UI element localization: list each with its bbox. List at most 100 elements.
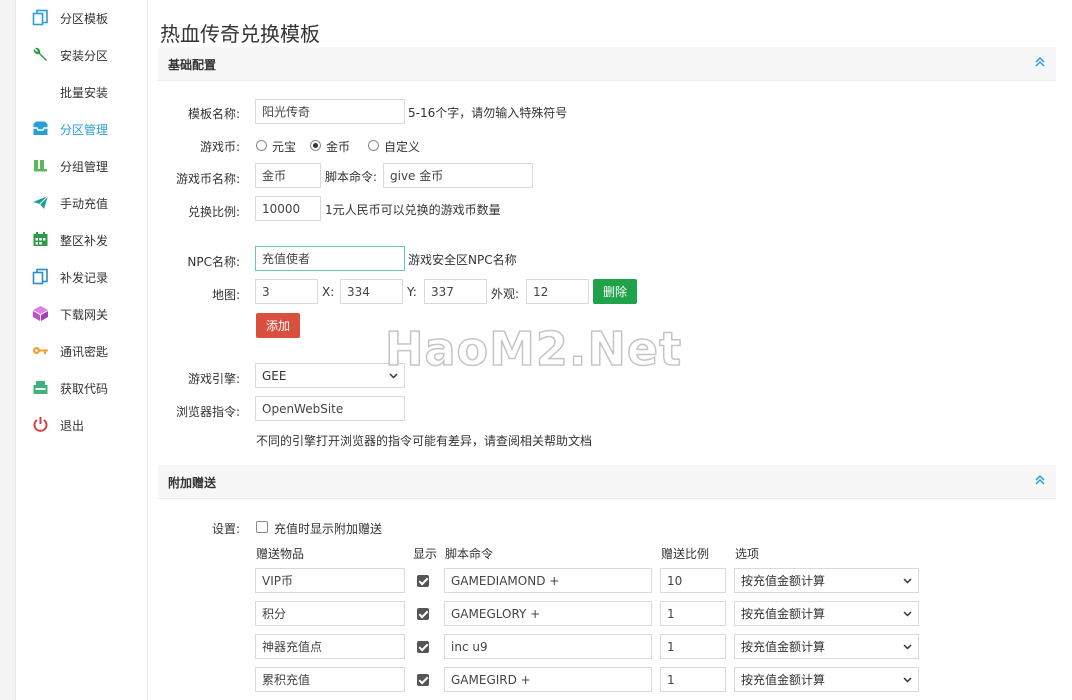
bonus-show-checkbox[interactable]: [417, 575, 429, 587]
sidebar-item-batch-install[interactable]: 批量安装: [16, 76, 148, 106]
bonus-item-input[interactable]: [255, 667, 405, 692]
bonus-show-checkbox[interactable]: [417, 641, 429, 653]
bonus-option-select[interactable]: 按充值金额计算: [734, 601, 919, 626]
column-header-cmd: 脚本命令: [445, 547, 494, 561]
bonus-option-value: 按充值金额计算: [741, 673, 826, 687]
currency-name-input[interactable]: [255, 163, 321, 188]
sidebar-item-label: 批量安装: [60, 86, 109, 100]
page-title: 热血传奇兑换模板: [160, 22, 320, 46]
sidebar-item-label: 分区管理: [60, 123, 109, 137]
sidebar-item-label: 退出: [60, 419, 85, 433]
chevron-down-icon: [903, 644, 912, 650]
sidebar-item-label: 获取代码: [60, 382, 109, 396]
bonus-option-value: 按充值金额计算: [741, 640, 826, 654]
bonus-show-checkbox[interactable]: [417, 674, 429, 686]
watermark: HaoM2.Net: [384, 321, 683, 377]
currency-name-label: 游戏币名称:: [175, 172, 240, 186]
look-input[interactable]: [526, 279, 589, 304]
look-label: 外观:: [491, 287, 520, 301]
template-name-input[interactable]: [255, 99, 405, 124]
sidebar-item-group-manage[interactable]: 分组管理: [16, 150, 148, 180]
column-header-item: 赠送物品: [256, 547, 305, 561]
column-header-ratio: 赠送比例: [661, 547, 710, 561]
bonus-cmd-input[interactable]: [444, 634, 652, 659]
power-icon: [33, 417, 48, 432]
bonus-cmd-input[interactable]: [444, 568, 652, 593]
bonus-item-input[interactable]: [255, 634, 405, 659]
currency-radio-custom[interactable]: [368, 140, 379, 151]
delete-npc-button[interactable]: 删除: [593, 279, 637, 304]
sidebar-item-label: 下载网关: [60, 308, 109, 322]
chevron-up-double-icon[interactable]: [1032, 472, 1048, 488]
currency-radio-gold[interactable]: [310, 140, 321, 151]
browser-cmd-label: 浏览器指令:: [175, 405, 240, 419]
sidebar-item-logout[interactable]: 退出: [16, 409, 148, 439]
bonus-ratio-input[interactable]: [660, 568, 726, 593]
bonus-option-value: 按充值金额计算: [741, 574, 826, 588]
x-input[interactable]: [340, 279, 403, 304]
currency-radio-yuanbao[interactable]: [256, 140, 267, 151]
map-input[interactable]: [255, 279, 318, 304]
chevron-down-icon: [903, 578, 912, 584]
y-input[interactable]: [424, 279, 487, 304]
column-header-show: 显示: [413, 547, 438, 561]
wrench-icon: [33, 47, 47, 61]
npc-name-input[interactable]: [255, 246, 405, 271]
show-bonus-checkbox[interactable]: [256, 521, 268, 533]
bonus-cmd-input[interactable]: [444, 667, 652, 692]
bonus-ratio-input[interactable]: [660, 634, 726, 659]
bonus-option-select[interactable]: 按充值金额计算: [734, 634, 919, 659]
chevron-down-icon: [903, 611, 912, 617]
sidebar-item-reissue-log[interactable]: 补发记录: [16, 261, 148, 291]
left-strip: [0, 0, 16, 700]
engine-select[interactable]: GEE: [255, 363, 405, 388]
bonus-ratio-input[interactable]: [660, 601, 726, 626]
section-basic-header: 基础配置: [158, 47, 1056, 81]
bonus-option-select[interactable]: 按充值金额计算: [734, 667, 919, 692]
bonus-ratio-input[interactable]: [660, 667, 726, 692]
currency-option-label: 自定义: [384, 140, 421, 154]
template-name-label: 模板名称:: [187, 107, 240, 121]
sidebar: 分区模板 安装分区 批量安装 分区管理 分组管理 手动充值 整区补发 补发记录 …: [16, 0, 148, 700]
sidebar-item-comm-key[interactable]: 通讯密匙: [16, 335, 148, 365]
sidebar-item-zone-manage[interactable]: 分区管理: [16, 113, 148, 143]
chevron-up-double-icon[interactable]: [1032, 54, 1048, 70]
x-label: X:: [322, 285, 335, 299]
ratio-hint: 1元人民币可以兑换的游戏币数量: [325, 203, 501, 217]
bonus-show-checkbox[interactable]: [417, 608, 429, 620]
ratio-input[interactable]: [255, 196, 321, 221]
browser-cmd-input[interactable]: [255, 396, 405, 421]
add-npc-button[interactable]: 添加: [256, 313, 300, 338]
bonus-item-input[interactable]: [255, 568, 405, 593]
currency-option-label: 金币: [326, 140, 351, 154]
script-cmd-label: 脚本命令:: [325, 170, 378, 184]
sidebar-item-install[interactable]: 安装分区: [16, 39, 148, 69]
copy-icon: [32, 9, 48, 26]
sidebar-item-zone-reissue[interactable]: 整区补发: [16, 224, 148, 254]
sidebar-item-label: 分区模板: [60, 12, 109, 26]
section-title: 附加赠送: [168, 476, 217, 490]
sidebar-item-label: 分组管理: [60, 160, 109, 174]
sidebar-item-label: 整区补发: [60, 234, 109, 248]
column-header-option: 选项: [735, 547, 760, 561]
bonus-option-value: 按充值金额计算: [741, 607, 826, 621]
bonus-settings-label: 设置:: [211, 522, 240, 536]
sidebar-item-label: 手动充值: [60, 197, 109, 211]
box-icon: [33, 306, 48, 321]
chevron-down-icon: [903, 677, 912, 683]
npc-name-label: NPC名称:: [187, 255, 240, 269]
currency-label: 游戏币:: [199, 140, 240, 154]
bonus-option-select[interactable]: 按充值金额计算: [734, 568, 919, 593]
sidebar-item-manual-recharge[interactable]: 手动充值: [16, 187, 148, 217]
bonus-cmd-input[interactable]: [444, 601, 652, 626]
sidebar-item-templates[interactable]: 分区模板: [16, 2, 148, 32]
script-cmd-input[interactable]: [383, 163, 533, 188]
template-name-hint: 5-16个字，请勿输入特殊符号: [408, 106, 568, 120]
sidebar-item-label: 通讯密匙: [60, 345, 109, 359]
sidebar-item-download-gateway[interactable]: 下载网关: [16, 298, 148, 328]
npc-name-hint: 游戏安全区NPC名称: [408, 253, 517, 267]
sidebar-item-get-code[interactable]: 获取代码: [16, 372, 148, 402]
bonus-item-input[interactable]: [255, 601, 405, 626]
map-label: 地图:: [211, 288, 240, 302]
copy-icon: [32, 268, 48, 285]
